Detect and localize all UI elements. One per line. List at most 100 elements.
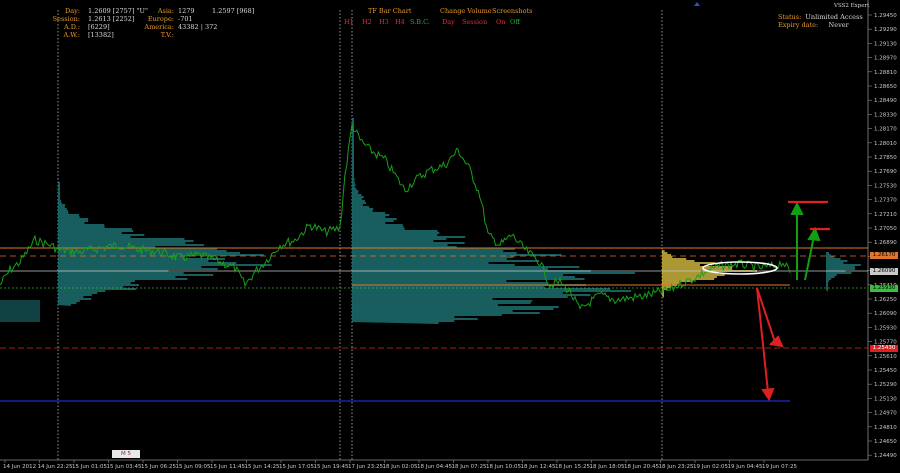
america-label: America: xyxy=(144,23,174,31)
price-label-session-low: 1.25930 xyxy=(870,285,898,292)
up-arrow-short[interactable] xyxy=(804,226,821,281)
time-tick-label: 17 Jun 23:25 xyxy=(348,464,383,470)
price-tick-label: 1.24970 xyxy=(874,411,897,417)
change-volume-header: Change Volume xyxy=(440,7,492,15)
session-label: Session: xyxy=(52,15,80,23)
level-lines xyxy=(0,247,868,402)
time-tick-label: 15 Jun 14:25 xyxy=(245,464,280,470)
price-tick-label: 1.27210 xyxy=(874,212,897,218)
stats-labels: Day: Session: A.D.: A.W.: xyxy=(40,7,80,39)
tf-button-h2[interactable]: H2 xyxy=(362,18,372,26)
price-tick-label: 1.26890 xyxy=(874,240,897,246)
europe-label: Europe: xyxy=(147,15,174,23)
aw-value: [13382] xyxy=(88,31,114,39)
day-value: 1.2609 [2757] "U" xyxy=(88,7,148,15)
time-tick-label: 18 Jun 20:45 xyxy=(624,464,659,470)
time-tick-label: 14 Jun 22:25 xyxy=(38,464,73,470)
time-tick-label: 18 Jun 02:05 xyxy=(383,464,418,470)
time-tick-label: 15 Jun 11:45 xyxy=(210,464,245,470)
expert-title: VSS2 Expert xyxy=(834,3,870,9)
europe-value: -701 xyxy=(178,15,193,23)
time-tick-label: 18 Jun 12:45 xyxy=(521,464,556,470)
trading-chart-window[interactable]: 1.29450 1.29290 1.29130 1.28970 1.28810 1.286… xyxy=(0,0,900,473)
price-tick-label: 1.28650 xyxy=(874,84,897,90)
price-tick-label: 1.24810 xyxy=(874,425,897,431)
price-tick-label: 1.25930 xyxy=(874,325,897,331)
profile-session-1 xyxy=(58,182,272,306)
time-tick-label: 18 Jun 15:25 xyxy=(555,464,590,470)
price-tick-label: 1.27530 xyxy=(874,183,897,189)
price-tick-label: 1.25290 xyxy=(874,382,897,388)
ad-value: [6229] xyxy=(88,23,110,31)
time-tick-label: 15 Jun 03:45 xyxy=(107,464,142,470)
price-tick-label: 1.28490 xyxy=(874,98,897,104)
session-value: 1.2613 [2252] xyxy=(88,15,135,23)
time-tick-label: 19 Jun 07:25 xyxy=(762,464,797,470)
expert-status-block: Status: Unlimited Access Expiry date: Ne… xyxy=(778,13,863,29)
volume-profiles xyxy=(0,118,861,324)
time-tick-label: 15 Jun 19:45 xyxy=(314,464,349,470)
time-tick-label: 19 Jun 02:05 xyxy=(693,464,728,470)
time-tick-label: 18 Jun 10:05 xyxy=(486,464,521,470)
asia-extra-value: 1.2597 [968] xyxy=(212,7,255,15)
day-label: Day: xyxy=(65,7,80,15)
price-tick-label: 1.28010 xyxy=(874,141,897,147)
time-tick-label: 18 Jun 04:45 xyxy=(417,464,452,470)
price-tick-label: 1.29130 xyxy=(874,41,897,47)
screenshots-header: Screenshots xyxy=(492,7,533,15)
price-tick-label: 1.25130 xyxy=(874,396,897,402)
volume-button-day[interactable]: Day xyxy=(442,18,455,26)
price-tick-label: 1.28170 xyxy=(874,127,897,133)
price-tick-label: 1.25450 xyxy=(874,368,897,374)
price-tick-label: 1.29450 xyxy=(874,13,897,19)
tf-button-h4[interactable]: H4 xyxy=(395,18,405,26)
time-tick-label: 18 Jun 23:25 xyxy=(659,464,694,470)
ad-label: A.D.: xyxy=(64,23,80,31)
price-label-value-area-high: 1.26170 xyxy=(870,252,898,259)
new-bar-marker-icon xyxy=(694,2,700,6)
price-tick-label: 1.28970 xyxy=(874,56,897,62)
price-tick-label: 1.27370 xyxy=(874,198,897,204)
profile-session-2 xyxy=(352,118,635,324)
price-label-current: 1.26090 xyxy=(870,268,898,275)
screenshots-button-on[interactable]: On xyxy=(496,18,506,26)
aw-label: A.W.: xyxy=(63,31,80,39)
screenshots-button-off[interactable]: Off xyxy=(510,18,520,26)
tf-button-h1[interactable]: H1 xyxy=(344,18,354,26)
tv-label: T.V.: xyxy=(160,31,174,39)
price-tick-label: 1.29290 xyxy=(874,27,897,33)
time-tick-label: 18 Jun 18:05 xyxy=(590,464,625,470)
up-arrow-long[interactable] xyxy=(790,201,804,280)
timeframe-tag[interactable]: M 5 xyxy=(112,450,140,458)
tf-button-h3[interactable]: H3 xyxy=(379,18,389,26)
profile-session-0 xyxy=(0,300,40,322)
tf-bar-chart-header: TF Bar Chart xyxy=(368,7,412,15)
price-chart[interactable]: 1.29450 1.29290 1.29130 1.28970 1.28810 1.286… xyxy=(0,0,900,473)
price-tick-label: 1.28810 xyxy=(874,70,897,76)
profile-session-4 xyxy=(826,252,861,292)
session-labels: Asia: Europe: America: T.V.: xyxy=(142,7,174,39)
time-tick-label: 15 Jun 17:05 xyxy=(279,464,314,470)
price-label-resistance: 1.25430 xyxy=(870,345,898,352)
price-tick-label: 1.25610 xyxy=(874,354,897,360)
expiry-label: Expiry date: xyxy=(778,21,819,29)
stats-values: 1.2609 [2757] "U" 1.2613 [2252] [6229] [… xyxy=(88,7,148,39)
price-tick-label: 1.26250 xyxy=(874,297,897,303)
status-label: Status: xyxy=(778,13,802,21)
expiry-value: Never xyxy=(828,21,849,29)
price-tick-label: 1.28330 xyxy=(874,112,897,118)
price-axis-ticks: 1.29450 1.29290 1.29130 1.28970 1.28810 1.286… xyxy=(868,13,897,459)
volume-button-session[interactable]: Session xyxy=(462,18,487,26)
time-tick-label: 15 Jun 09:05 xyxy=(176,464,211,470)
price-tick-label: 1.27050 xyxy=(874,226,897,232)
time-axis: 14 Jun 2012 14 Jun 22:25 15 Jun 01:05 15 Ju… xyxy=(3,460,797,470)
time-tick-label: 18 Jun 07:25 xyxy=(452,464,487,470)
time-tick-label: 14 Jun 2012 xyxy=(3,464,36,470)
price-tick-label: 1.24650 xyxy=(874,439,897,445)
price-tick-label: 1.26090 xyxy=(874,311,897,317)
tv-value: 43382 | 372 xyxy=(178,23,218,31)
price-tick-label: 1.24490 xyxy=(874,453,897,459)
tf-button-sbc[interactable]: S.B.C. xyxy=(410,18,430,26)
status-value: Unlimited Access xyxy=(805,13,863,21)
asia-label: Asia: xyxy=(157,7,174,15)
